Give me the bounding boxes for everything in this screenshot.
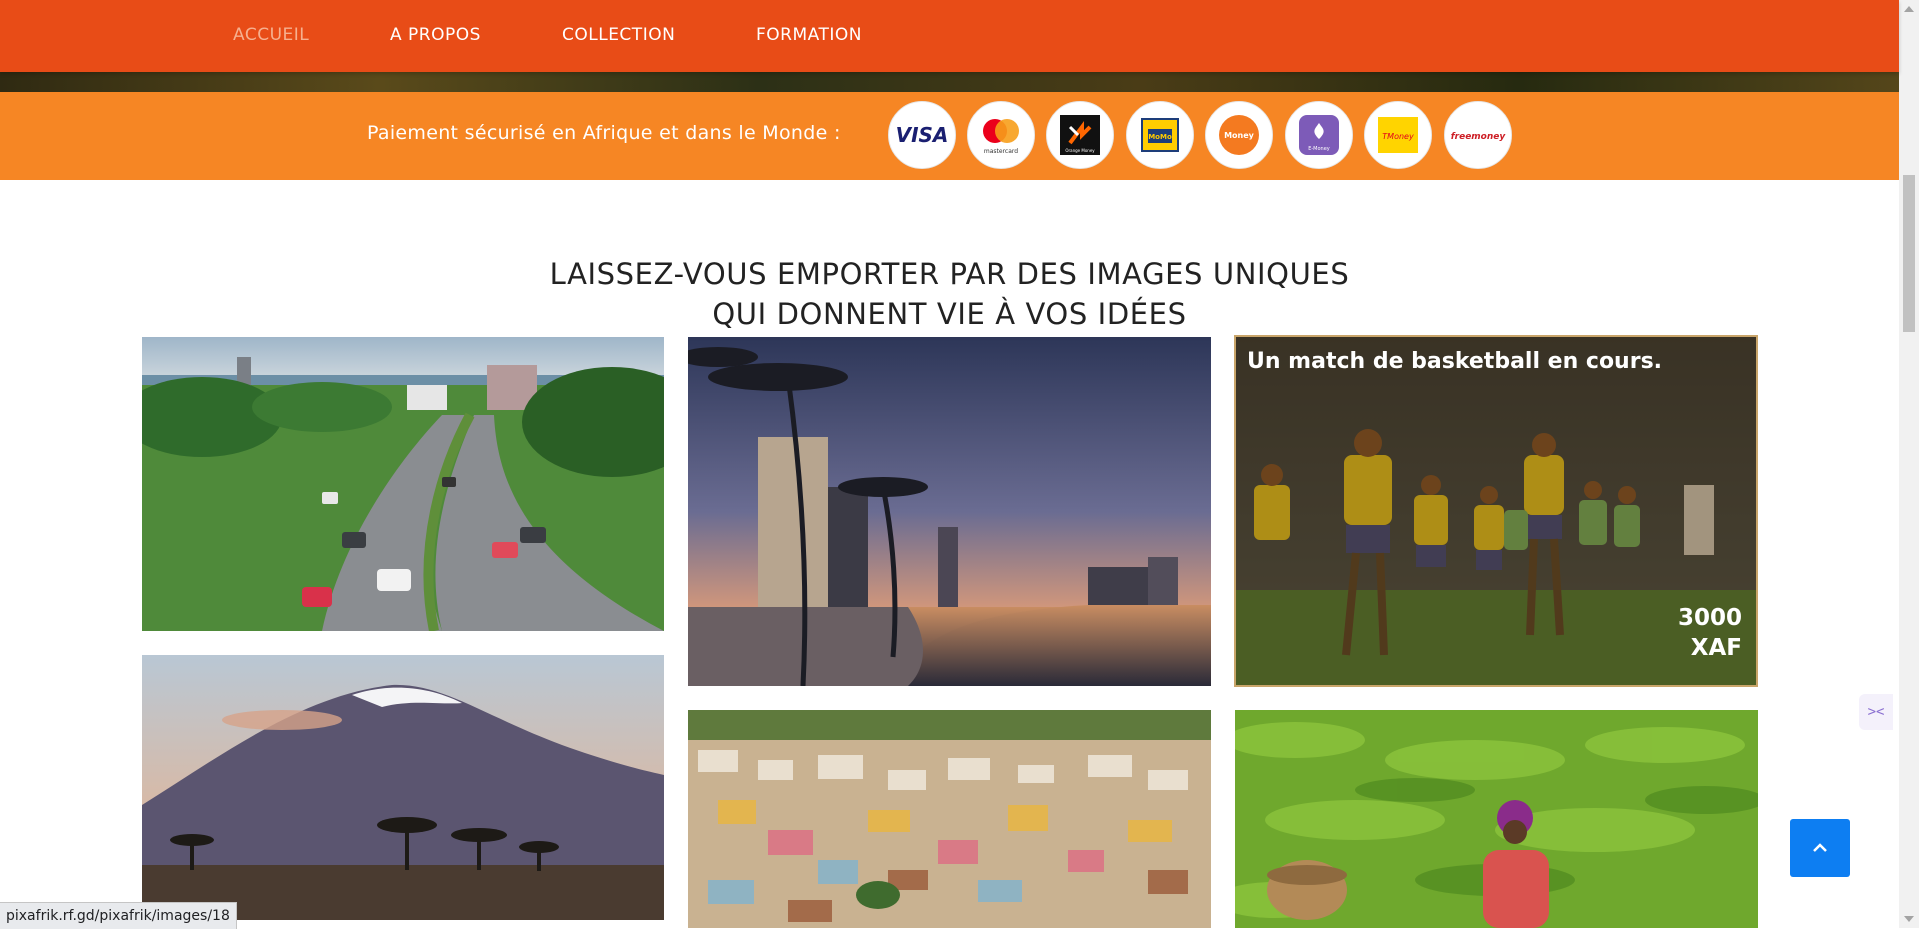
heading-line-2: QUI DONNENT VIE À VOS IDÉES [712, 297, 1187, 331]
chat-widget-tab[interactable]: >< [1859, 694, 1893, 730]
top-navbar: ACCUEIL A PROPOS COLLECTION FORMATION [0, 0, 1899, 72]
chevron-up-icon [1813, 843, 1827, 852]
t-money-logo: TMoney [1364, 101, 1432, 169]
t-money-text: TMoney [1382, 132, 1414, 141]
heading-line-1: LAISSEZ-VOUS EMPORTER PAR DES IMAGES UNI… [549, 257, 1350, 291]
page-scrollbar[interactable] [1899, 0, 1919, 928]
link-status-url: pixafrik.rf.gd/pixafrik/images/18 [0, 902, 237, 929]
free-money-logo: freemoney [1444, 101, 1512, 169]
featured-price: 3000 XAF [1678, 603, 1742, 663]
mtn-momo-logo: MoMo [1126, 101, 1194, 169]
moov-money-text: Money [1224, 131, 1255, 140]
section-heading: LAISSEZ-VOUS EMPORTER PAR DES IMAGES UNI… [0, 254, 1899, 334]
gallery-image-town[interactable] [688, 710, 1211, 928]
payment-label: Paiement sécurisé en Afrique et dans le … [367, 122, 841, 144]
back-to-top-button[interactable] [1790, 819, 1850, 877]
skyline-photo [688, 337, 1211, 686]
gallery-image-highway[interactable] [142, 337, 664, 631]
orange-money-text: Orange Money [1065, 148, 1095, 153]
moov-money-logo: Money [1205, 101, 1273, 169]
e-money-text: E-Money [1308, 146, 1330, 152]
nav-collection[interactable]: COLLECTION [562, 25, 675, 45]
price-currency: XAF [1690, 635, 1742, 661]
mastercard-logo: mastercard [967, 101, 1035, 169]
orange-money-logo: Orange Money [1046, 101, 1114, 169]
scroll-down-arrow[interactable] [1904, 916, 1914, 922]
featured-overlay: Un match de basketball en cours. 3000 XA… [1234, 335, 1758, 687]
gallery-image-kilimanjaro[interactable] [142, 655, 664, 920]
tea-field-photo [1235, 710, 1758, 928]
payment-bar: Paiement sécurisé en Afrique et dans le … [0, 92, 1899, 180]
chat-widget-icon: >< [1867, 704, 1885, 720]
town-photo [688, 710, 1211, 928]
e-money-logo: E-Money [1285, 101, 1353, 169]
mastercard-text: mastercard [984, 148, 1018, 155]
hero-image-strip [0, 72, 1899, 92]
visa-text: VISA [896, 123, 949, 147]
mtn-momo-text: MoMo [1148, 133, 1172, 141]
nav-a-propos[interactable]: A PROPOS [390, 25, 481, 45]
gallery-image-skyline[interactable] [688, 337, 1211, 686]
kilimanjaro-photo [142, 655, 664, 920]
nav-formation[interactable]: FORMATION [756, 25, 862, 45]
price-amount: 3000 [1677, 605, 1742, 631]
nav-accueil[interactable]: ACCUEIL [233, 25, 309, 45]
scroll-up-arrow[interactable] [1904, 6, 1914, 12]
visa-logo: VISA [888, 101, 956, 169]
scroll-thumb[interactable] [1903, 175, 1915, 332]
gallery-image-tea-field[interactable] [1235, 710, 1758, 928]
free-money-text: freemoney [1451, 132, 1507, 142]
featured-caption: Un match de basketball en cours. [1247, 349, 1663, 374]
gallery-image-featured-match[interactable]: Un match de basketball en cours. 3000 XA… [1234, 335, 1758, 687]
highway-photo [142, 337, 664, 631]
